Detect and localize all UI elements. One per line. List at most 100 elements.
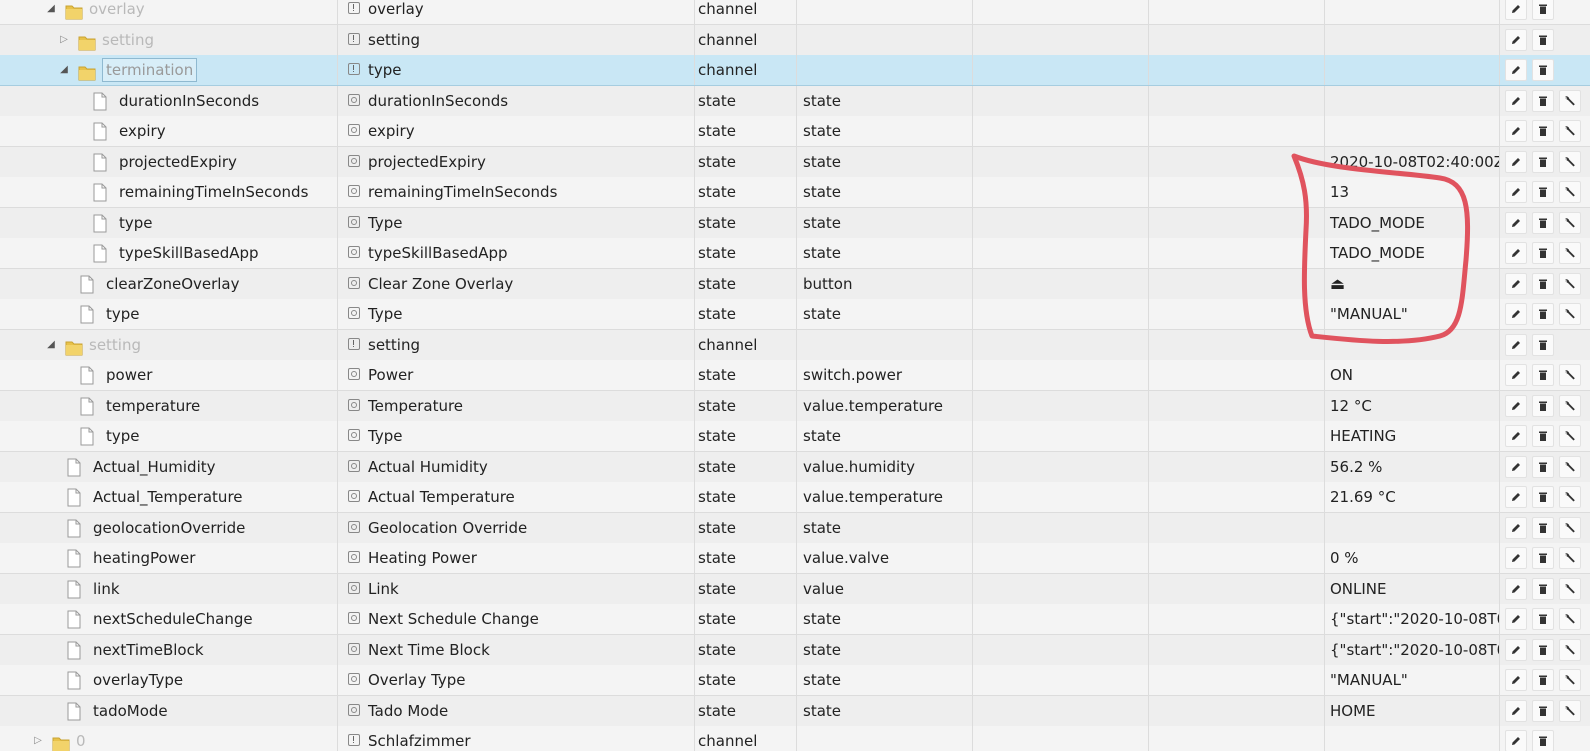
delete-button[interactable] bbox=[1532, 425, 1554, 447]
table-row[interactable]: type Type state state "MANUAL" bbox=[0, 299, 1590, 330]
table-row[interactable]: geolocationOverride Geolocation Override s… bbox=[0, 513, 1590, 544]
expand-arrow-icon[interactable]: ▷ bbox=[58, 25, 70, 55]
delete-button[interactable] bbox=[1532, 517, 1554, 539]
collapse-arrow-icon[interactable]: ◢ bbox=[45, 0, 57, 24]
table-row[interactable]: tadoMode Tado Mode state state HOME bbox=[0, 696, 1590, 727]
edit-button[interactable] bbox=[1505, 486, 1527, 508]
delete-button[interactable] bbox=[1532, 212, 1554, 234]
expand-arrow-icon[interactable]: ▷ bbox=[32, 726, 44, 751]
delete-button[interactable] bbox=[1532, 120, 1554, 142]
delete-button[interactable] bbox=[1532, 486, 1554, 508]
edit-button[interactable] bbox=[1505, 90, 1527, 112]
settings-button[interactable] bbox=[1559, 639, 1581, 661]
settings-button[interactable] bbox=[1559, 669, 1581, 691]
collapse-arrow-icon[interactable]: ◢ bbox=[58, 55, 70, 85]
table-row[interactable]: link Link state value ONLINE bbox=[0, 574, 1590, 605]
table-row[interactable]: type Type state state HEATING bbox=[0, 421, 1590, 452]
delete-button[interactable] bbox=[1532, 59, 1554, 81]
settings-button[interactable] bbox=[1559, 151, 1581, 173]
edit-button[interactable] bbox=[1505, 364, 1527, 386]
delete-button[interactable] bbox=[1532, 547, 1554, 569]
edit-button[interactable] bbox=[1505, 730, 1527, 751]
edit-button[interactable] bbox=[1505, 669, 1527, 691]
settings-button[interactable] bbox=[1559, 273, 1581, 295]
table-row[interactable]: type Type state state TADO_MODE bbox=[0, 208, 1590, 239]
edit-button[interactable] bbox=[1505, 547, 1527, 569]
collapse-arrow-icon[interactable]: ◢ bbox=[45, 330, 57, 360]
table-row[interactable]: temperature Temperature state value.tempera… bbox=[0, 391, 1590, 422]
delete-button[interactable] bbox=[1532, 578, 1554, 600]
delete-button[interactable] bbox=[1532, 639, 1554, 661]
settings-button[interactable] bbox=[1559, 486, 1581, 508]
edit-button[interactable] bbox=[1505, 212, 1527, 234]
edit-button[interactable] bbox=[1505, 700, 1527, 722]
delete-button[interactable] bbox=[1532, 29, 1554, 51]
delete-button[interactable] bbox=[1532, 90, 1554, 112]
table-row[interactable]: nextScheduleChange Next Schedule Change st… bbox=[0, 604, 1590, 635]
table-row[interactable]: durationInSeconds durationInSeconds state s… bbox=[0, 86, 1590, 117]
edit-button[interactable] bbox=[1505, 395, 1527, 417]
settings-button[interactable] bbox=[1559, 608, 1581, 630]
table-row[interactable]: remainingTimeInSeconds remainingTimeInSec… bbox=[0, 177, 1590, 208]
settings-button[interactable] bbox=[1559, 456, 1581, 478]
delete-button[interactable] bbox=[1532, 0, 1554, 20]
delete-button[interactable] bbox=[1532, 151, 1554, 173]
edit-button[interactable] bbox=[1505, 456, 1527, 478]
delete-button[interactable] bbox=[1532, 303, 1554, 325]
edit-button[interactable] bbox=[1505, 578, 1527, 600]
edit-button[interactable] bbox=[1505, 273, 1527, 295]
edit-button[interactable] bbox=[1505, 242, 1527, 264]
table-row[interactable]: overlayType Overlay Type state state "MANUAL… bbox=[0, 665, 1590, 696]
edit-button[interactable] bbox=[1505, 608, 1527, 630]
edit-button[interactable] bbox=[1505, 303, 1527, 325]
edit-button[interactable] bbox=[1505, 120, 1527, 142]
edit-button[interactable] bbox=[1505, 59, 1527, 81]
edit-button[interactable] bbox=[1505, 517, 1527, 539]
delete-button[interactable] bbox=[1532, 273, 1554, 295]
delete-button[interactable] bbox=[1532, 669, 1554, 691]
settings-button[interactable] bbox=[1559, 212, 1581, 234]
table-row[interactable]: nextTimeBlock Next Time Block state state {"… bbox=[0, 635, 1590, 666]
table-row[interactable]: typeSkillBasedApp typeSkillBasedApp state s… bbox=[0, 238, 1590, 269]
settings-button[interactable] bbox=[1559, 242, 1581, 264]
table-row[interactable]: Actual_Humidity Actual Humidity state value… bbox=[0, 452, 1590, 483]
delete-button[interactable] bbox=[1532, 608, 1554, 630]
settings-button[interactable] bbox=[1559, 700, 1581, 722]
table-row[interactable]: ▷ 0 Schlafzimmer channel bbox=[0, 726, 1590, 751]
edit-button[interactable] bbox=[1505, 639, 1527, 661]
table-row[interactable]: Actual_Temperature Actual Temperature stat… bbox=[0, 482, 1590, 513]
table-row[interactable]: ▷ setting setting channel bbox=[0, 25, 1590, 56]
settings-button[interactable] bbox=[1559, 120, 1581, 142]
table-row[interactable]: power Power state switch.power ON bbox=[0, 360, 1590, 391]
delete-button[interactable] bbox=[1532, 181, 1554, 203]
edit-button[interactable] bbox=[1505, 425, 1527, 447]
settings-button[interactable] bbox=[1559, 90, 1581, 112]
object-id[interactable]: termination bbox=[102, 58, 198, 82]
settings-button[interactable] bbox=[1559, 425, 1581, 447]
delete-button[interactable] bbox=[1532, 700, 1554, 722]
table-row[interactable]: ◢ setting setting channel bbox=[0, 330, 1590, 361]
delete-button[interactable] bbox=[1532, 242, 1554, 264]
delete-button[interactable] bbox=[1532, 730, 1554, 751]
table-row[interactable]: clearZoneOverlay Clear Zone Overlay state b… bbox=[0, 269, 1590, 300]
delete-button[interactable] bbox=[1532, 395, 1554, 417]
delete-button[interactable] bbox=[1532, 364, 1554, 386]
table-row[interactable]: heatingPower Heating Power state value.valv… bbox=[0, 543, 1590, 574]
settings-button[interactable] bbox=[1559, 547, 1581, 569]
settings-button[interactable] bbox=[1559, 517, 1581, 539]
delete-button[interactable] bbox=[1532, 456, 1554, 478]
edit-button[interactable] bbox=[1505, 151, 1527, 173]
table-row[interactable]: projectedExpiry projectedExpiry state state… bbox=[0, 147, 1590, 178]
table-row[interactable]: expiry expiry state state bbox=[0, 116, 1590, 147]
edit-button[interactable] bbox=[1505, 0, 1527, 20]
eject-button-icon[interactable]: ⏏ bbox=[1325, 269, 1500, 299]
table-row[interactable]: ◢ overlay overlay channel bbox=[0, 0, 1590, 25]
settings-button[interactable] bbox=[1559, 181, 1581, 203]
edit-button[interactable] bbox=[1505, 29, 1527, 51]
settings-button[interactable] bbox=[1559, 578, 1581, 600]
edit-button[interactable] bbox=[1505, 334, 1527, 356]
settings-button[interactable] bbox=[1559, 395, 1581, 417]
delete-button[interactable] bbox=[1532, 334, 1554, 356]
edit-button[interactable] bbox=[1505, 181, 1527, 203]
settings-button[interactable] bbox=[1559, 364, 1581, 386]
